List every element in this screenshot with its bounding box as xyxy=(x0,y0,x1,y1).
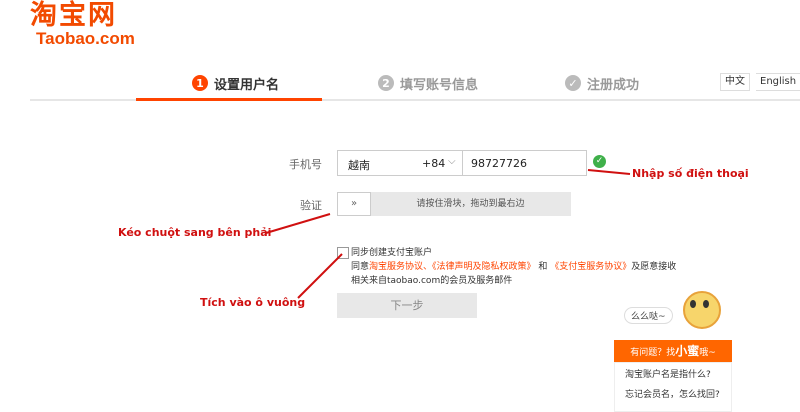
help-panel: 淘宝账户名是指什么? 忘记会员名，怎么找回? xyxy=(614,362,732,412)
mascot-eye xyxy=(690,300,696,308)
arrow-phone xyxy=(587,169,631,175)
mascot-icon[interactable] xyxy=(683,291,721,329)
help-head-suffix: 哦~ xyxy=(699,348,716,358)
help-question-1[interactable]: 淘宝账户名是指什么? xyxy=(625,367,711,380)
annotation-slider: Kéo chuột sang bên phải xyxy=(118,226,272,239)
annotation-checkbox: Tích vào ô vuông xyxy=(200,296,306,309)
arrow-slider xyxy=(265,213,331,234)
mascot-eye xyxy=(703,300,709,308)
mascot-bubble: 么么哒~ xyxy=(624,307,673,324)
help-question-2[interactable]: 忘记会员名，怎么找回? xyxy=(625,387,725,403)
help-head-prefix: 有问题？找 xyxy=(630,348,676,358)
help-header[interactable]: 有问题？找小蜜哦~ xyxy=(614,340,732,362)
help-head-name: 小蜜 xyxy=(675,344,700,358)
annotation-phone: Nhập số điện thoại xyxy=(632,167,749,180)
arrow-checkbox xyxy=(297,253,343,299)
